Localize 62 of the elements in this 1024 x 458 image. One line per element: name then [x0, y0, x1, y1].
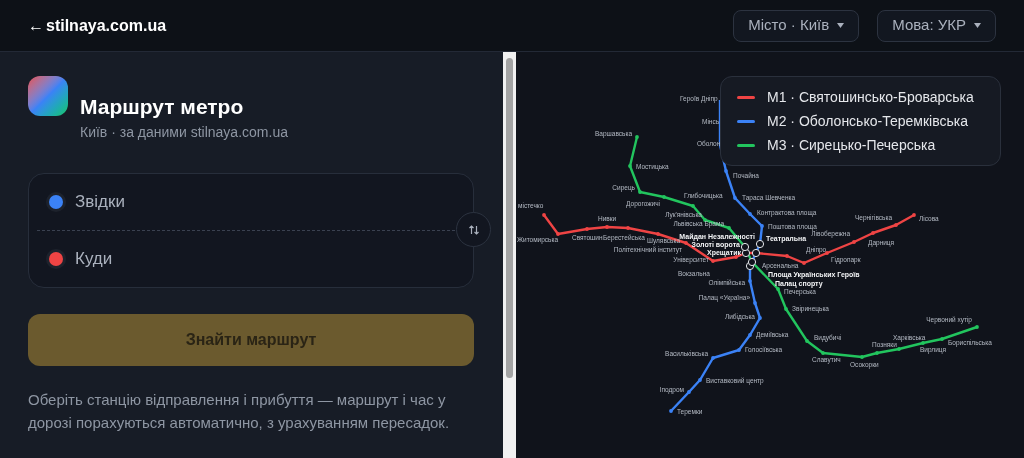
station-dot[interactable] [691, 204, 695, 208]
station-input[interactable]: Звідки [75, 189, 453, 215]
station-dot[interactable] [733, 196, 737, 200]
station-dot[interactable] [805, 339, 809, 343]
station-dot[interactable] [758, 316, 762, 320]
swap-icon [467, 223, 480, 236]
station-dot[interactable] [656, 232, 660, 236]
station-dot[interactable] [638, 190, 642, 194]
station-dot[interactable] [698, 378, 702, 382]
app-logo [28, 76, 68, 116]
scrollbar-thumb[interactable] [506, 58, 513, 378]
station-dot[interactable] [784, 307, 788, 311]
station-dot[interactable] [662, 195, 666, 199]
station-dot[interactable] [875, 351, 879, 355]
legend-label: M3 · Сирецько-Печерська [767, 136, 936, 155]
city-dropdown[interactable]: Місто · Київ [733, 9, 860, 42]
station-dot[interactable] [912, 213, 916, 217]
station-dot[interactable] [542, 213, 546, 217]
station-dot[interactable] [628, 164, 632, 168]
station-dot[interactable] [852, 240, 856, 244]
station-dot[interactable] [724, 169, 728, 173]
panel-title: Маршрут метро [80, 94, 245, 120]
station-dot[interactable] [785, 254, 789, 258]
station-dot[interactable] [711, 259, 715, 263]
station-dot[interactable] [760, 224, 764, 228]
station-dot[interactable] [626, 226, 630, 230]
station-dot[interactable] [635, 135, 639, 139]
back-link[interactable]: ←stilnaya.com.ua [28, 13, 167, 38]
panel-subtitle: Київ · за даними stilnaya.com.ua [80, 123, 288, 142]
language-dropdown[interactable]: Мова: УКР [877, 9, 996, 42]
station-dot[interactable] [684, 241, 688, 245]
hint-text: Оберіть станцію відправлення і прибуття — маршрут і час у дорозі порахуються автоматично, з урахуванням пересадок. [28, 390, 451, 433]
station-dot[interactable] [871, 231, 875, 235]
station-dot[interactable] [921, 341, 925, 345]
station-dot[interactable] [734, 255, 738, 259]
station-dot[interactable] [753, 301, 757, 305]
station-input[interactable]: Куди [75, 246, 453, 272]
station-dot[interactable] [585, 227, 589, 231]
station-dot[interactable] [825, 251, 829, 255]
scrollbar[interactable] [503, 52, 516, 458]
station-dot[interactable] [748, 333, 752, 337]
station-dot[interactable] [748, 212, 752, 216]
station-dot[interactable] [860, 355, 864, 359]
station-dot[interactable] [605, 225, 609, 229]
station-dot[interactable] [556, 232, 560, 236]
station-dot[interactable] [776, 287, 780, 291]
station-dot[interactable] [975, 325, 979, 329]
station-dot[interactable] [940, 337, 944, 341]
station-dot[interactable] [687, 390, 691, 394]
station-dot[interactable] [897, 347, 901, 351]
station-dot[interactable] [737, 348, 741, 352]
caret-icon [974, 23, 981, 28]
station-dot[interactable] [894, 223, 898, 227]
station-dot[interactable] [748, 279, 752, 283]
caret-icon [837, 23, 845, 28]
station-dot[interactable] [711, 356, 715, 360]
station-dot[interactable] [669, 409, 673, 413]
station-dot[interactable] [727, 226, 731, 230]
legend-label: M2 · Оболонсько-Теремківська [767, 112, 968, 131]
station-dot[interactable] [802, 261, 806, 265]
station-dot[interactable] [821, 351, 825, 355]
legend-label: M1 · Святошинсько-Броварська [767, 88, 974, 107]
